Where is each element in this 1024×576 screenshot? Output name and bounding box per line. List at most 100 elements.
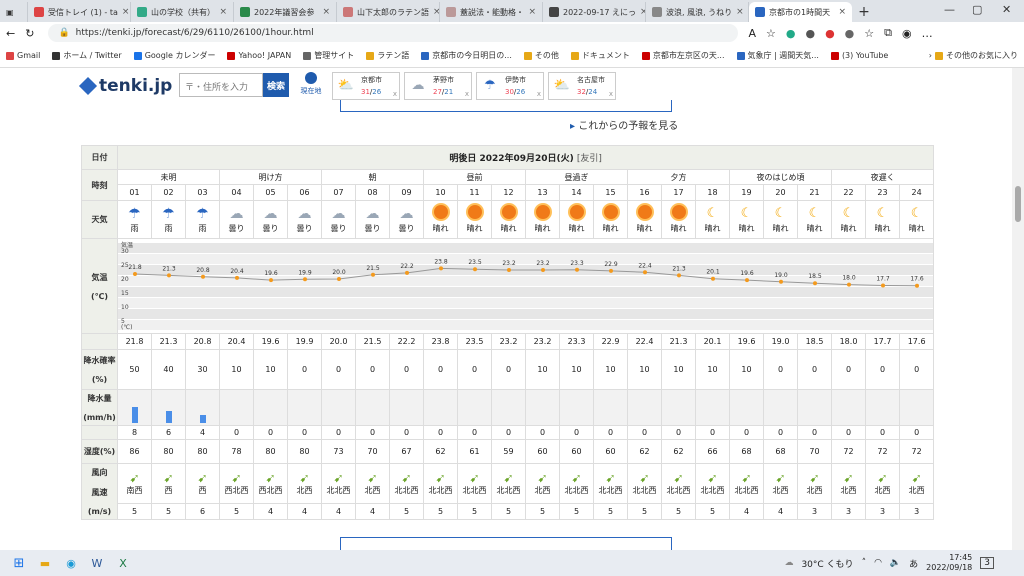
windows-start-icon[interactable]: ⊞	[6, 552, 32, 574]
address-search-input[interactable]: 〒・住所を入力	[179, 73, 263, 97]
temp-cell: 20.1	[695, 333, 730, 350]
current-location-button[interactable]: 現在地	[296, 72, 326, 100]
favorites-icon[interactable]: ☆	[864, 27, 874, 40]
temp-cell: 21.8	[117, 333, 152, 350]
weather-icon-wrap: ☾	[697, 205, 729, 223]
maximize-icon[interactable]: ▢	[972, 3, 982, 16]
temp-cell: 23.2	[491, 333, 526, 350]
close-window-icon[interactable]: ✕	[1002, 3, 1011, 16]
browser-tab[interactable]: 山下太郎のラテン語 ×	[337, 2, 440, 22]
cloud-icon: ☁	[365, 206, 380, 222]
minimize-icon[interactable]: —	[944, 3, 955, 16]
umbrella-icon: ☂	[162, 206, 175, 222]
tab-close-icon[interactable]: ×	[736, 7, 744, 17]
bookmark-item[interactable]: Gmail	[6, 51, 40, 60]
bookmark-item[interactable]: ホーム / Twitter	[52, 50, 122, 61]
browser-tab[interactable]: 2022年議習会参 ×	[234, 2, 337, 22]
temp-point	[439, 266, 443, 271]
bookmark-item[interactable]: Google カレンダー	[133, 50, 215, 61]
browser-tab[interactable]: 蓋説法・能動格・ ×	[440, 2, 543, 22]
bookmark-item[interactable]: 管理サイト	[303, 50, 354, 61]
extension-icon[interactable]: ●	[805, 27, 815, 40]
close-icon[interactable]: x	[537, 90, 541, 98]
amount-cell: 0	[593, 425, 628, 440]
url-field[interactable]: 🔒 https://tenki.jp/forecast/6/29/6110/26…	[48, 24, 739, 42]
bookmark-item[interactable]: 気象庁 | 週間天気...	[736, 50, 819, 61]
wind-speed-cell: 4	[287, 503, 322, 520]
rain-bar	[131, 407, 138, 423]
humidity-cell: 72	[831, 439, 866, 464]
tenki-logo[interactable]: tenki.jp	[78, 76, 172, 96]
bookmark-item[interactable]: その他	[523, 50, 559, 61]
recent-city-card[interactable]: ☁ 茅野市 27/21 x	[404, 72, 472, 100]
close-icon[interactable]: x	[609, 90, 613, 98]
browser-tab[interactable]: 山の学校（共有） ×	[131, 2, 234, 22]
tab-favicon	[446, 7, 456, 17]
network-icon[interactable]: ◠	[874, 558, 882, 568]
bookmark-item[interactable]: › その他のお気に入り	[929, 50, 1018, 61]
prob-cell: 10	[661, 349, 696, 390]
volume-icon[interactable]: 🔈	[890, 558, 901, 568]
favorite-star-icon[interactable]: ☆	[766, 27, 776, 40]
tab-close-icon[interactable]: ×	[433, 7, 439, 17]
extension-icon[interactable]: ●	[786, 27, 796, 40]
bookmark-item[interactable]: 京都市の今日明日の...	[421, 50, 512, 61]
tab-close-icon[interactable]: ×	[219, 7, 227, 17]
browser-tab[interactable]: 2022-09-17 えにっ×	[543, 2, 646, 22]
tab-close-icon[interactable]: ×	[322, 7, 330, 17]
extension-icon[interactable]: ●	[825, 27, 835, 40]
bookmark-label: ラテン語	[377, 51, 410, 60]
weather-icon-wrap	[527, 205, 559, 223]
page-scrollbar[interactable]	[1012, 68, 1024, 550]
collections-icon[interactable]: ⧉	[884, 26, 892, 40]
profile-avatar[interactable]: ◉	[902, 27, 912, 40]
city-name: 茅野市	[433, 76, 454, 84]
temp-point	[405, 270, 409, 275]
bookmark-item[interactable]: ラテン語	[366, 50, 409, 61]
file-explorer-icon[interactable]: ▬	[32, 552, 58, 574]
more-menu-icon[interactable]: …	[922, 27, 933, 40]
browser-tab[interactable]: 京都市の1時間天 ×	[749, 2, 852, 22]
weather-icon-wrap: ☁	[391, 205, 423, 223]
scrollbar-thumb[interactable]	[1015, 186, 1021, 222]
back-icon[interactable]: ←	[6, 27, 15, 40]
bookmark-item[interactable]: 京都市左京区の天...	[641, 50, 725, 61]
new-tab-button[interactable]: +	[852, 2, 876, 22]
read-aloud-icon[interactable]: A	[748, 27, 756, 40]
clock[interactable]: 17:45 2022/09/18	[926, 553, 972, 573]
extension-icon[interactable]: ●	[845, 27, 855, 40]
future-forecast-link[interactable]: これからの予報を見る	[570, 117, 678, 132]
taskbar-weather[interactable]: 30°C くもり	[801, 557, 853, 570]
humidity-cell: 73	[321, 439, 356, 464]
close-icon[interactable]: x	[393, 90, 397, 98]
tab-actions-icon[interactable]: ▣	[0, 2, 28, 22]
amount-bar-cell	[219, 389, 254, 426]
recent-city-card[interactable]: ☂ 伊勢市 30/26 x	[476, 72, 544, 100]
axis-tick-label: 15	[121, 290, 129, 297]
wind-speed-cell: 3	[865, 503, 900, 520]
close-icon[interactable]: x	[465, 90, 469, 98]
bookmark-item[interactable]: (3) YouTube	[830, 51, 888, 60]
word-icon[interactable]: W	[84, 552, 110, 574]
temp-point	[473, 267, 477, 272]
temp-point-label: 21.3	[672, 265, 686, 272]
tab-close-icon[interactable]: ×	[838, 7, 846, 17]
weather-cell: ☁ 曇り	[287, 200, 322, 239]
ime-indicator[interactable]: あ	[909, 557, 918, 570]
recent-city-card[interactable]: ⛅ 京都市 31/26 x	[332, 72, 400, 100]
tray-up-icon[interactable]: ˄	[862, 558, 867, 568]
temp-point-label: 23.2	[502, 260, 516, 267]
search-button[interactable]: 検索	[263, 73, 289, 97]
browser-tab[interactable]: 波浪, 風浪, うねり ×	[646, 2, 749, 22]
recent-city-card[interactable]: ⛅ 名古屋市 32/24 x	[548, 72, 616, 100]
tab-close-icon[interactable]: ×	[122, 7, 130, 17]
tab-close-icon[interactable]: ×	[528, 7, 536, 17]
bookmark-item[interactable]: ドキュメント	[570, 50, 630, 61]
refresh-icon[interactable]: ↻	[25, 27, 34, 40]
bookmark-item[interactable]: Yahoo! JAPAN	[227, 51, 291, 60]
edge-browser-icon[interactable]: ◉	[58, 552, 84, 574]
browser-tab[interactable]: 受信トレイ (1) - ta ×	[28, 2, 131, 22]
excel-icon[interactable]: X	[110, 552, 136, 574]
notification-badge[interactable]: 3	[980, 557, 994, 569]
hour-cell: 14	[559, 184, 594, 201]
